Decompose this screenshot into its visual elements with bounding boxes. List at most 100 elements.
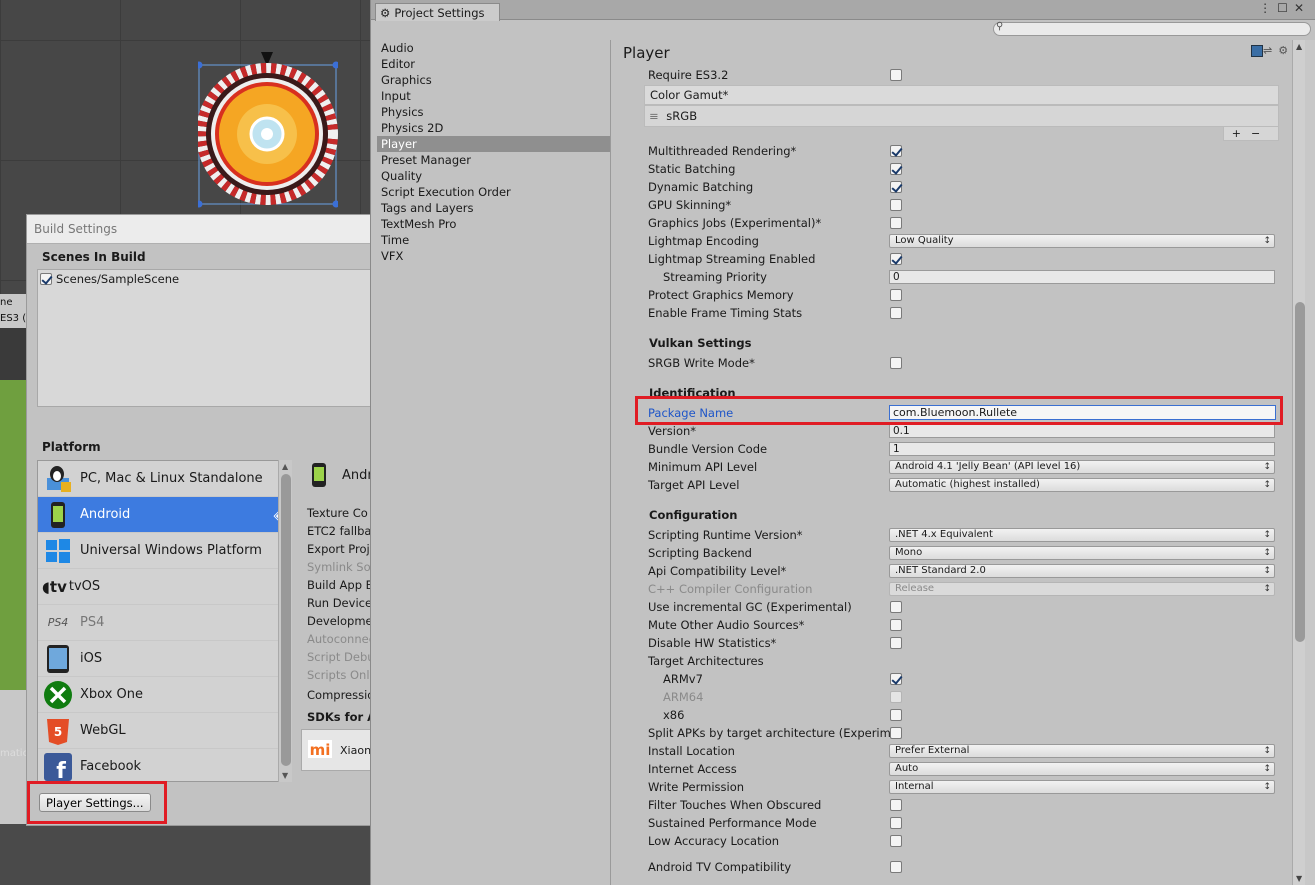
drag-handle-icon[interactable]: ≡: [649, 109, 659, 123]
header-icons: ⇌⚙: [1251, 44, 1294, 57]
nav-item-tags-and-layers[interactable]: Tags and Layers: [377, 200, 610, 216]
require-es32-checkbox[interactable]: [890, 69, 902, 81]
disable-hw-stats-checkbox[interactable]: [890, 637, 902, 649]
sdk-label: Xiaon: [340, 743, 372, 757]
scenes-list[interactable]: Scenes/SampleScene: [37, 269, 373, 407]
lightmap-encoding-dropdown[interactable]: Low Quality: [889, 234, 1275, 248]
vulkan-settings-header: Vulkan Settings: [649, 336, 752, 350]
scene-checkbox[interactable]: [40, 273, 52, 285]
menu-icon[interactable]: ⋮: [1259, 1, 1277, 15]
platform-list[interactable]: PC, Mac & Linux Standalone Android ◈ Uni…: [37, 460, 292, 782]
android-panel-row: Script Debu: [307, 650, 373, 664]
static-batching-label: Static Batching: [648, 162, 736, 176]
x86-checkbox[interactable]: [890, 709, 902, 721]
version-field[interactable]: 0.1: [889, 424, 1275, 438]
multithreaded-rendering-checkbox[interactable]: [890, 145, 902, 157]
cpp-compiler-config-dropdown: Release: [889, 582, 1275, 596]
highlight-box-player-settings: [27, 781, 167, 824]
api-compatibility-dropdown[interactable]: .NET Standard 2.0: [889, 564, 1275, 578]
nav-item-quality[interactable]: Quality: [377, 168, 610, 184]
close-icon[interactable]: ✕: [1294, 1, 1310, 15]
target-api-level-dropdown[interactable]: Automatic (highest installed): [889, 478, 1275, 492]
nav-item-preset-manager[interactable]: Preset Manager: [377, 152, 610, 168]
help-book-icon[interactable]: [1251, 45, 1263, 57]
search-icon: ⚲: [996, 21, 1004, 32]
facebook-icon: f: [42, 751, 74, 782]
cpp-compiler-config-label: C++ Compiler Configuration: [648, 582, 813, 596]
dynamic-batching-checkbox[interactable]: [890, 181, 902, 193]
minus-icon[interactable]: −: [1251, 127, 1270, 140]
nav-item-graphics[interactable]: Graphics: [377, 72, 610, 88]
nav-item-vfx[interactable]: VFX: [377, 248, 610, 264]
scroll-down-icon[interactable]: ▼: [282, 771, 288, 780]
incremental-gc-checkbox[interactable]: [890, 601, 902, 613]
armv7-checkbox[interactable]: [890, 673, 902, 685]
disable-hw-stats-label: Disable HW Statistics*: [648, 636, 777, 650]
window-controls[interactable]: ⋮☐✕: [1259, 1, 1310, 15]
minimum-api-level-dropdown[interactable]: Android 4.1 'Jelly Bean' (API level 16): [889, 460, 1275, 474]
streaming-priority-field[interactable]: 0: [889, 270, 1275, 284]
platform-item-uwp[interactable]: Universal Windows Platform: [38, 533, 291, 569]
internet-access-dropdown[interactable]: Auto: [889, 762, 1275, 776]
mute-audio-checkbox[interactable]: [890, 619, 902, 631]
nav-item-physics-2d[interactable]: Physics 2D: [377, 120, 610, 136]
xiaomi-icon: mi: [308, 739, 332, 761]
platform-item-android[interactable]: Android ◈: [38, 497, 291, 533]
list-add-remove[interactable]: +−: [1223, 127, 1279, 141]
split-apks-checkbox[interactable]: [890, 727, 902, 739]
lightmap-streaming-checkbox[interactable]: [890, 253, 902, 265]
settings-scrollbar[interactable]: ▲ ▼: [1292, 40, 1306, 885]
search-input[interactable]: ⚲: [993, 21, 1311, 36]
platform-item-ios[interactable]: iOS: [38, 641, 291, 677]
android-tv-compat-checkbox[interactable]: [890, 861, 902, 873]
gpu-skinning-checkbox[interactable]: [890, 199, 902, 211]
maximize-icon[interactable]: ☐: [1277, 1, 1294, 15]
platform-item-tvos[interactable]: ◖tv tvOS: [38, 569, 291, 605]
background-text: matic: [0, 748, 29, 759]
settings-preset-icon[interactable]: ⇌: [1263, 44, 1278, 57]
sdk-item[interactable]: mi Xiaon: [301, 729, 381, 771]
nav-item-textmesh-pro[interactable]: TextMesh Pro: [377, 216, 610, 232]
nav-item-editor[interactable]: Editor: [377, 56, 610, 72]
install-location-dropdown[interactable]: Prefer External: [889, 744, 1275, 758]
color-gamut-list[interactable]: ≡ sRGB: [644, 105, 1279, 127]
tab-project-settings[interactable]: ⚙ Project Settings: [375, 3, 500, 21]
frame-timing-stats-checkbox[interactable]: [890, 307, 902, 319]
roulette-wheel-sprite[interactable]: [198, 48, 338, 208]
plus-icon[interactable]: +: [1232, 127, 1251, 140]
build-settings-window[interactable]: Build Settings Scenes In Build Scenes/Sa…: [26, 214, 381, 826]
write-permission-dropdown[interactable]: Internal: [889, 780, 1275, 794]
srgb-write-mode-checkbox[interactable]: [890, 357, 902, 369]
platform-header: Platform: [42, 440, 101, 454]
filter-touches-checkbox[interactable]: [890, 799, 902, 811]
low-accuracy-location-checkbox[interactable]: [890, 835, 902, 847]
scene-row[interactable]: Scenes/SampleScene: [38, 270, 372, 288]
static-batching-checkbox[interactable]: [890, 163, 902, 175]
protect-graphics-memory-checkbox[interactable]: [890, 289, 902, 301]
nav-item-player[interactable]: Player: [377, 136, 610, 152]
platform-label: WebGL: [80, 723, 126, 738]
scripting-runtime-dropdown[interactable]: .NET 4.x Equivalent: [889, 528, 1275, 542]
scroll-up-icon[interactable]: ▲: [1296, 42, 1302, 51]
platform-item-webgl[interactable]: 5 WebGL: [38, 713, 291, 749]
project-settings-window[interactable]: ⚙ Project Settings ⋮☐✕ ⚲ Audio Editor Gr…: [370, 0, 1315, 885]
scroll-thumb[interactable]: [1295, 302, 1305, 642]
platform-item-ps4[interactable]: PS4 PS4: [38, 605, 291, 641]
android-icon: [42, 499, 74, 531]
nav-item-script-execution-order[interactable]: Script Execution Order: [377, 184, 610, 200]
nav-item-physics[interactable]: Physics: [377, 104, 610, 120]
platform-scrollbar[interactable]: ▲ ▼: [278, 460, 292, 782]
scripting-backend-dropdown[interactable]: Mono: [889, 546, 1275, 560]
nav-item-time[interactable]: Time: [377, 232, 610, 248]
nav-item-audio[interactable]: Audio: [377, 40, 610, 56]
scroll-thumb[interactable]: [281, 474, 291, 766]
scroll-up-icon[interactable]: ▲: [282, 462, 288, 471]
platform-item-xbox[interactable]: Xbox One: [38, 677, 291, 713]
sustained-performance-checkbox[interactable]: [890, 817, 902, 829]
platform-item-standalone[interactable]: PC, Mac & Linux Standalone: [38, 461, 291, 497]
graphics-jobs-checkbox[interactable]: [890, 217, 902, 229]
nav-item-input[interactable]: Input: [377, 88, 610, 104]
bundle-version-code-field[interactable]: 1: [889, 442, 1275, 456]
scroll-down-icon[interactable]: ▼: [1296, 874, 1302, 883]
platform-item-facebook[interactable]: f Facebook: [38, 749, 291, 782]
